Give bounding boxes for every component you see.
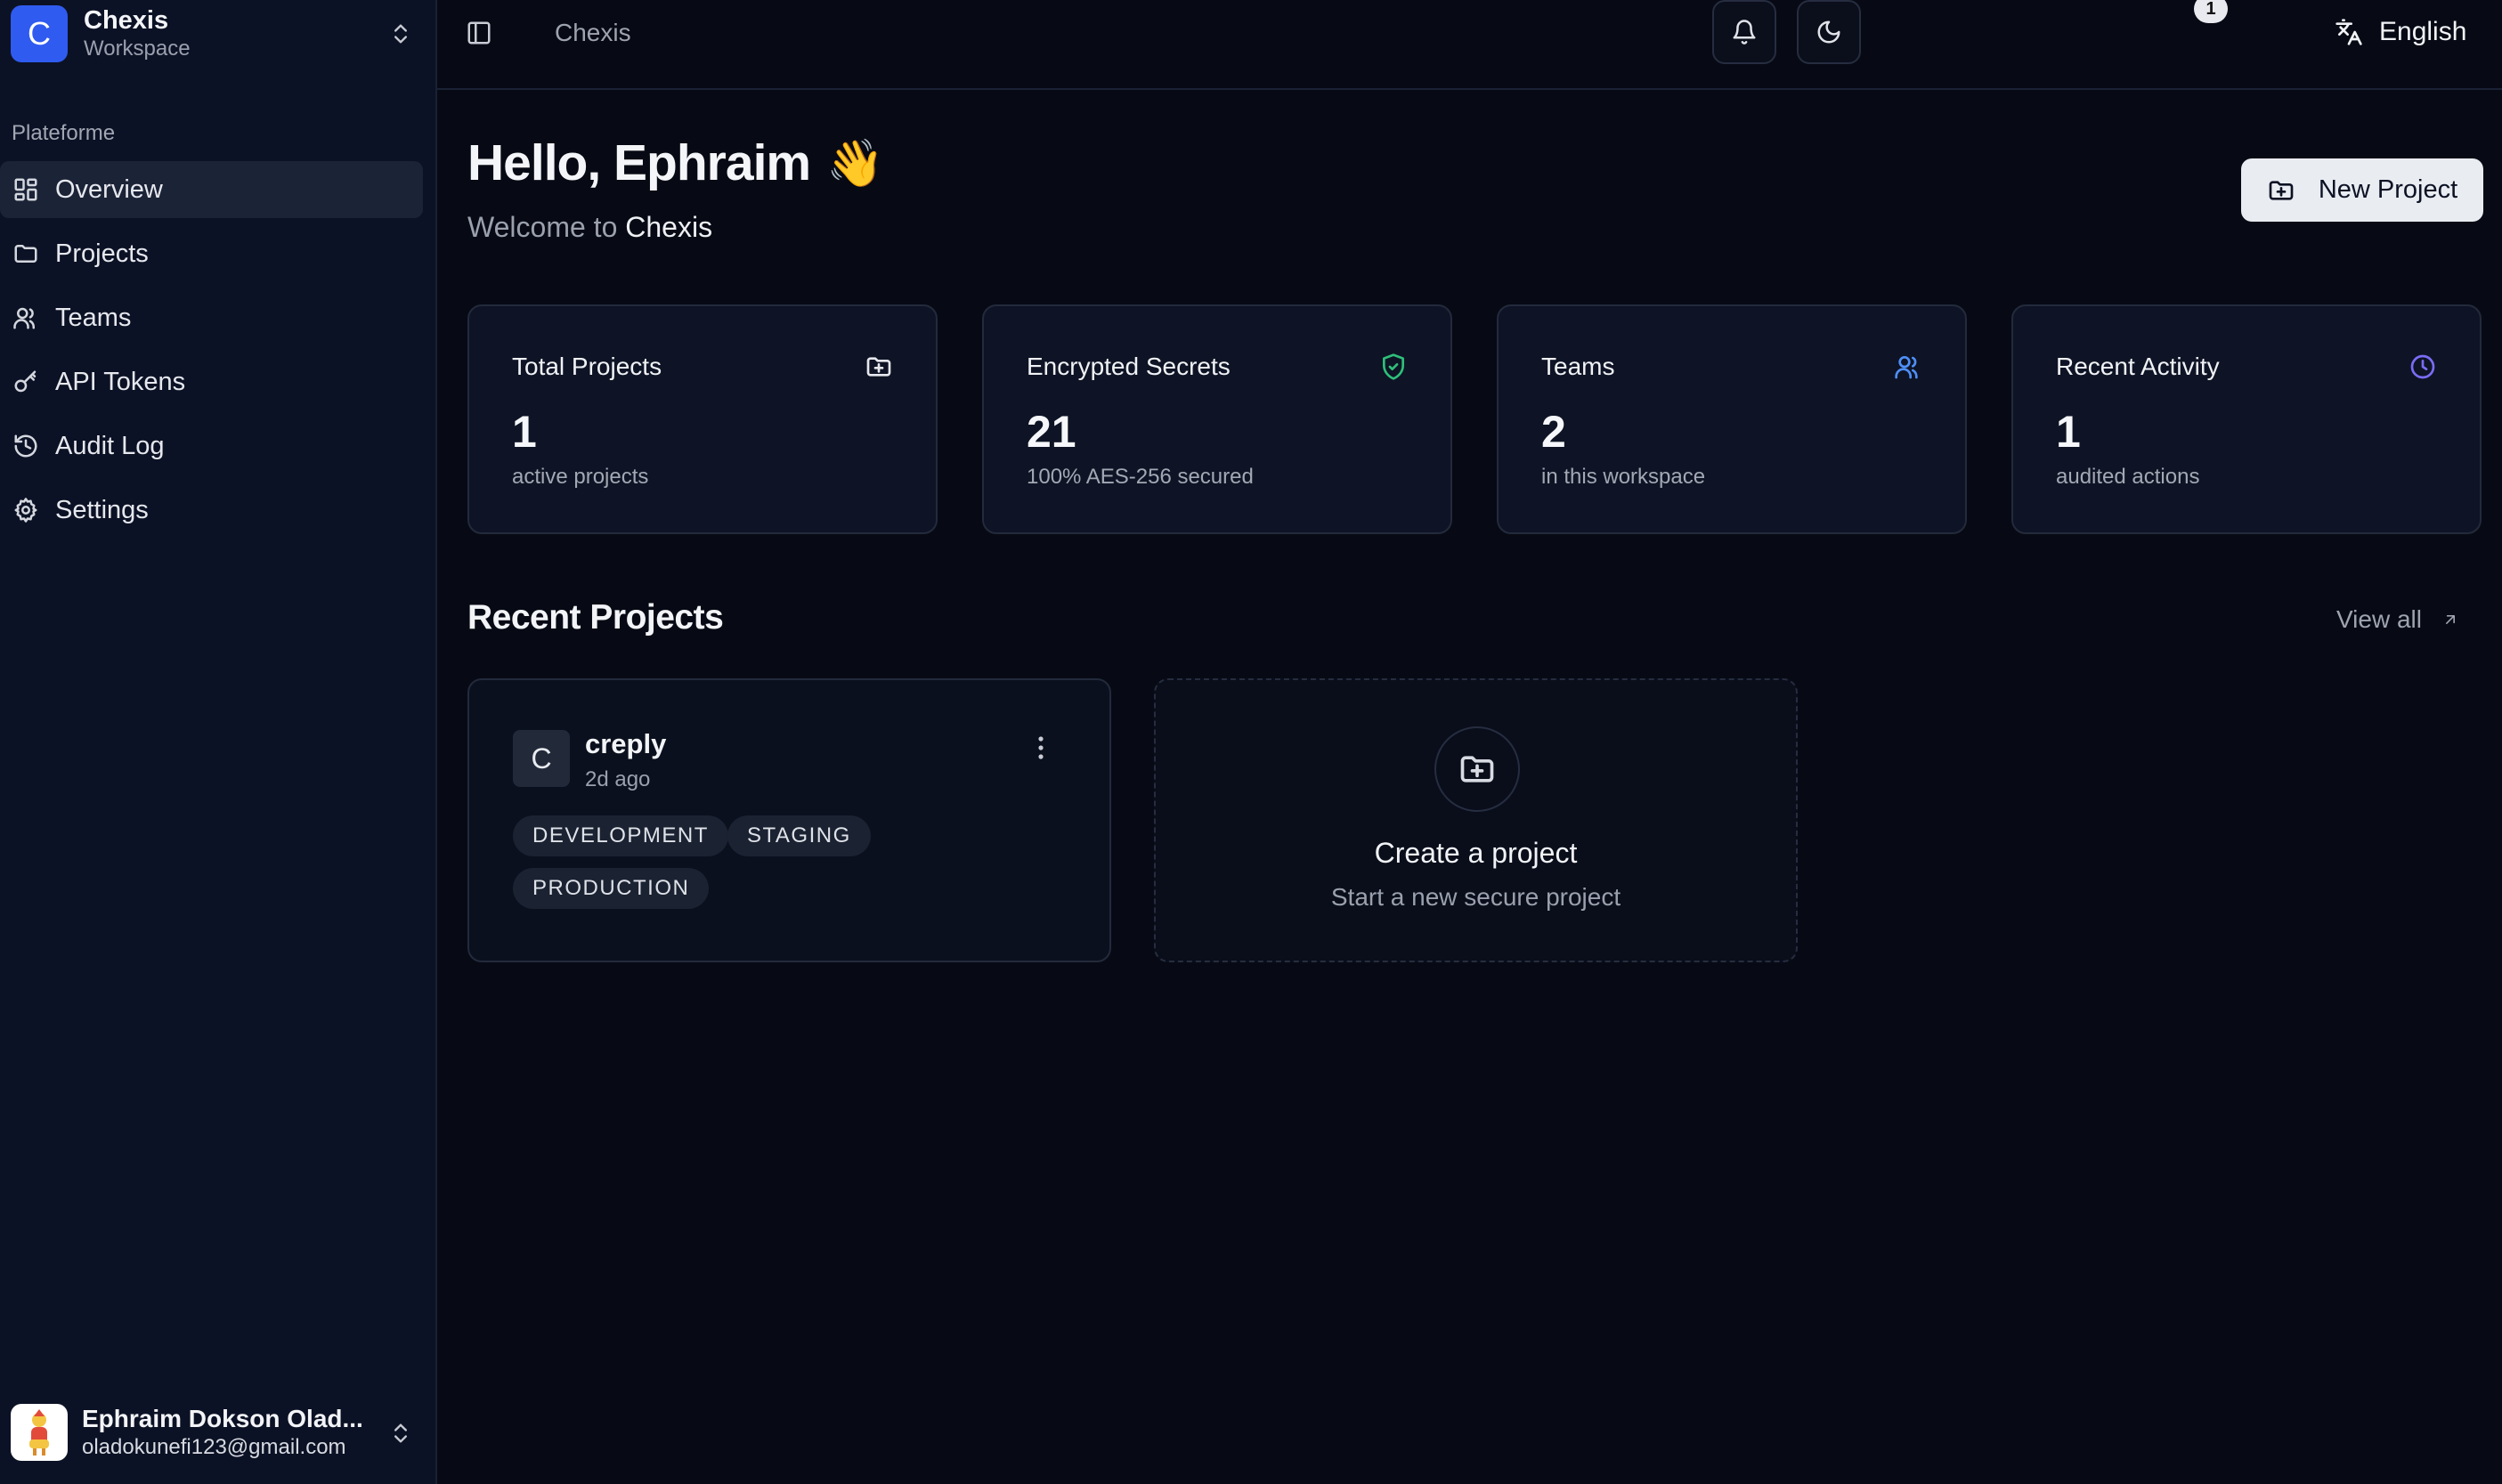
sidebar-item-label: Overview: [55, 174, 163, 204]
environment-tag: DEVELOPMENT: [513, 815, 728, 856]
sidebar-item-label: Settings: [55, 495, 149, 524]
stat-subtext: 100% AES-256 secured: [1027, 465, 1254, 489]
sidebar-item-overview[interactable]: Overview: [0, 161, 423, 218]
workspace-name: Chexis: [84, 6, 169, 35]
users-icon: [12, 304, 39, 331]
gear-icon: [12, 497, 39, 523]
language-label: English: [2379, 17, 2467, 46]
stat-value: 1: [2056, 407, 2081, 457]
key-icon: [12, 369, 39, 395]
stat-label: Teams: [1541, 353, 1615, 380]
breadcrumb[interactable]: Chexis: [555, 19, 631, 47]
notifications-button[interactable]: [1712, 0, 1776, 64]
folder-plus-icon: [1434, 726, 1520, 812]
more-vertical-icon[interactable]: [1036, 735, 1045, 760]
theme-toggle-button[interactable]: [1797, 0, 1861, 64]
view-all-label: View all: [2336, 605, 2422, 633]
new-project-label: New Project: [2318, 175, 2458, 204]
stat-card-encrypted-secrets: Encrypted Secrets 21 100% AES-256 secure…: [982, 304, 1452, 534]
new-project-button[interactable]: New Project: [2241, 158, 2483, 222]
folder-icon: [12, 240, 39, 267]
top-bar: Chexis: [437, 0, 2502, 90]
greeting-text: Hello, Ephraim: [467, 134, 811, 191]
avatar: [11, 1404, 68, 1461]
moon-icon: [1816, 19, 1842, 45]
project-updated-time: 2d ago: [585, 767, 651, 791]
stat-label: Total Projects: [512, 353, 662, 380]
recent-projects-title: Recent Projects: [467, 598, 724, 637]
folder-plus-icon: [2267, 176, 2295, 205]
create-project-card[interactable]: Create a project Start a new secure proj…: [1154, 678, 1798, 962]
project-card-creply[interactable]: C creply 2d ago DEVELOPMENT STAGING PROD…: [467, 678, 1111, 962]
sidebar-item-settings[interactable]: Settings: [0, 482, 423, 539]
layout-dashboard-icon: [12, 176, 39, 203]
shield-check-icon: [1379, 353, 1408, 381]
sidebar-item-label: Projects: [55, 239, 149, 268]
user-email: oladokunefi123@gmail.com: [82, 1435, 346, 1459]
welcome-prefix: Welcome to: [467, 211, 618, 243]
stat-value: 2: [1541, 407, 1566, 457]
workspace-logo: C: [11, 5, 68, 62]
project-avatar: C: [513, 730, 570, 787]
page-title: Hello, Ephraim 👋: [467, 134, 884, 192]
stat-subtext: in this workspace: [1541, 465, 1706, 489]
environment-tag: STAGING: [727, 815, 871, 856]
notification-count-badge: 1: [2194, 0, 2228, 23]
chevrons-up-down-icon: [388, 21, 413, 46]
chevrons-up-down-icon: [388, 1421, 413, 1446]
workspace-subtitle: Workspace: [84, 36, 191, 61]
stat-value: 21: [1027, 407, 1076, 457]
stat-label: Recent Activity: [2056, 353, 2220, 380]
folder-plus-icon: [865, 353, 893, 381]
sidebar-item-label: Audit Log: [55, 431, 165, 460]
sidebar-nav: Overview Projects Teams API Tokens Audit…: [0, 161, 423, 546]
language-selector[interactable]: English: [2335, 12, 2466, 52]
sidebar-item-teams[interactable]: Teams: [0, 289, 423, 346]
user-name: Ephraim Dokson Olad...: [82, 1405, 363, 1432]
workspace-switcher[interactable]: C Chexis Workspace: [11, 5, 420, 62]
arrow-up-right-icon: [2441, 611, 2459, 628]
sidebar-item-audit-log[interactable]: Audit Log: [0, 418, 423, 474]
sidebar-item-api-tokens[interactable]: API Tokens: [0, 353, 423, 410]
user-menu[interactable]: Ephraim Dokson Olad... oladokunefi123@gm…: [11, 1401, 420, 1464]
stat-card-recent-activity: Recent Activity 1 audited actions: [2011, 304, 2482, 534]
waving-hand-icon: 👋: [826, 137, 884, 190]
create-project-title: Create a project: [1374, 837, 1578, 869]
stat-card-teams: Teams 2 in this workspace: [1497, 304, 1967, 534]
view-all-link[interactable]: View all: [2336, 605, 2459, 634]
clock-icon: [2409, 353, 2437, 381]
welcome-brand: Chexis: [625, 211, 713, 243]
sidebar-item-label: Teams: [55, 303, 132, 332]
translate-icon: [2335, 18, 2363, 46]
create-project-subtitle: Start a new secure project: [1330, 883, 1621, 911]
sidebar-toggle-icon[interactable]: [466, 20, 492, 46]
stat-card-total-projects: Total Projects 1 active projects: [467, 304, 938, 534]
bell-icon: [1731, 19, 1758, 45]
sidebar-item-projects[interactable]: Projects: [0, 225, 423, 282]
stat-subtext: audited actions: [2056, 465, 2200, 489]
sidebar: C Chexis Workspace Plateforme Overview P…: [0, 0, 437, 1484]
environment-tag: PRODUCTION: [513, 868, 710, 909]
stat-label: Encrypted Secrets: [1027, 353, 1231, 380]
nav-section-label: Plateforme: [12, 121, 116, 145]
history-icon: [12, 433, 39, 459]
stat-subtext: active projects: [512, 465, 649, 489]
users-icon: [1894, 353, 1922, 381]
stat-value: 1: [512, 407, 537, 457]
project-name: creply: [585, 728, 667, 759]
sidebar-item-label: API Tokens: [55, 367, 186, 396]
welcome-subtitle: Welcome to Chexis: [467, 211, 712, 244]
